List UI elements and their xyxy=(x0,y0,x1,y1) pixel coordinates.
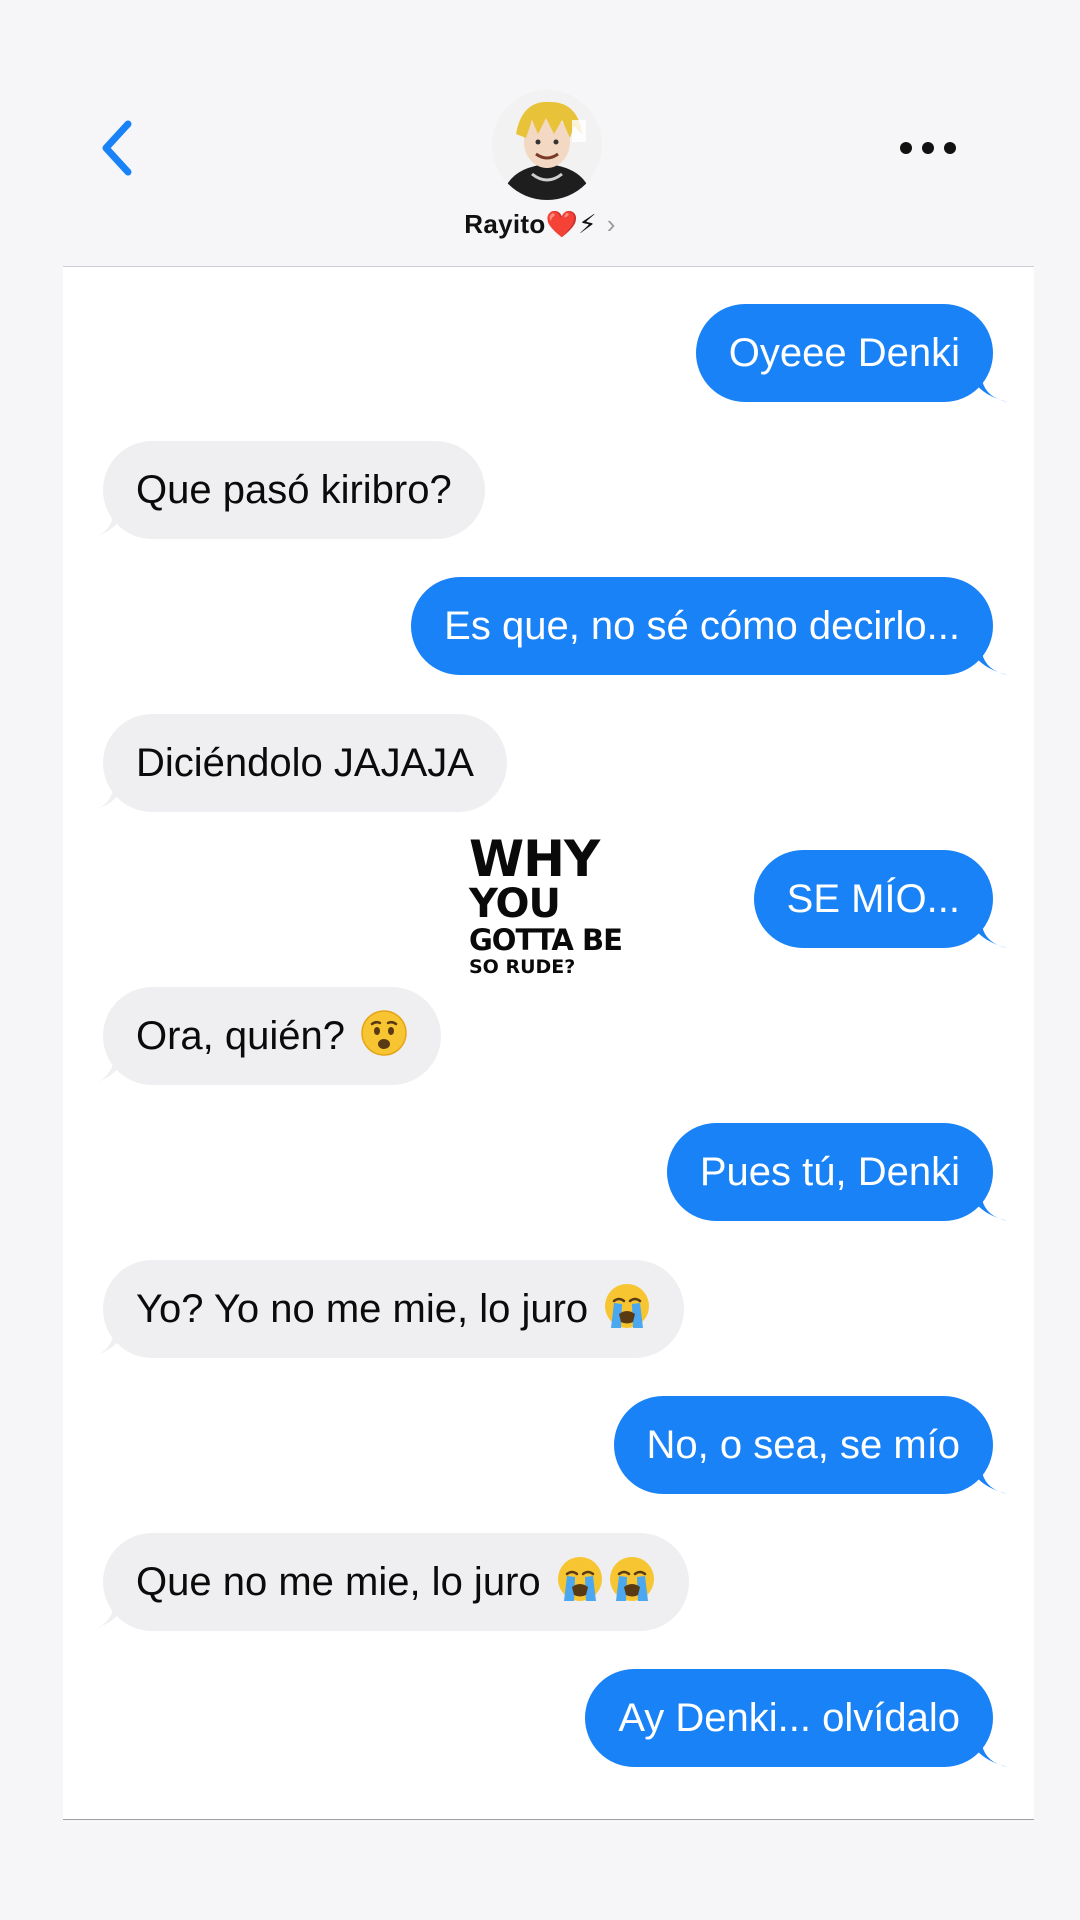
message-text: Que no me mie, lo juro xyxy=(136,1560,541,1604)
contact-avatar[interactable] xyxy=(492,90,602,200)
message-thread[interactable]: Oyeee Denki Que pasó kiribro? Es que, no… xyxy=(63,266,1034,1820)
outgoing-message[interactable]: Oyeee Denki xyxy=(695,304,993,402)
more-options-button[interactable] xyxy=(896,128,960,168)
chevron-right-icon: › xyxy=(606,209,616,239)
outgoing-message[interactable]: No, o sea, se mío xyxy=(613,1396,993,1494)
message-text: Yo? Yo no me mie, lo juro xyxy=(136,1287,589,1331)
outgoing-message[interactable]: Es que, no sé cómo decirlo... xyxy=(411,577,993,675)
sticker-line: WHY xyxy=(469,830,600,888)
outgoing-message[interactable]: Pues tú, Denki xyxy=(666,1123,993,1221)
loudly-crying-face-icon xyxy=(605,1284,650,1328)
contact-name-button[interactable]: Rayito❤️⚡ › xyxy=(0,209,1080,240)
message-row: Diciéndolo JAJAJA xyxy=(63,714,1034,812)
sticker-line: SO RUDE? xyxy=(469,956,576,978)
message-row: Que pasó kiribro? xyxy=(63,441,1034,539)
chevron-left-icon xyxy=(102,120,132,176)
message-text: Ora, quién? xyxy=(136,1014,346,1058)
message-row: No, o sea, se mío xyxy=(63,1396,1034,1494)
message-row: Ay Denki... olvídalo xyxy=(63,1669,1034,1767)
conversation-header: Rayito❤️⚡ › xyxy=(0,0,1080,266)
incoming-message[interactable]: Que no me mie, lo juro xyxy=(103,1533,689,1631)
worried-face-icon xyxy=(361,1010,407,1056)
contact-name: Rayito❤️⚡ xyxy=(464,209,597,239)
loudly-crying-face-icon xyxy=(609,1557,654,1601)
outgoing-message[interactable]: Ay Denki... olvídalo xyxy=(585,1669,993,1767)
avatar-image xyxy=(492,90,602,200)
message-row: Pues tú, Denki xyxy=(63,1123,1034,1221)
incoming-message[interactable]: Diciéndolo JAJAJA xyxy=(103,714,507,812)
outgoing-message[interactable]: SE MÍO... xyxy=(753,850,993,948)
incoming-message[interactable]: Que pasó kiribro? xyxy=(103,441,485,539)
incoming-message[interactable]: Yo? Yo no me mie, lo juro xyxy=(103,1260,685,1358)
message-row: Oyeee Denki xyxy=(63,304,1034,402)
loudly-crying-face-icon xyxy=(557,1557,602,1601)
back-button[interactable] xyxy=(96,118,142,178)
message-row: Ora, quién? xyxy=(63,987,1034,1085)
incoming-message[interactable]: Ora, quién? xyxy=(103,987,442,1085)
sticker-line: YOU xyxy=(469,881,561,927)
message-row: Que no me mie, lo juro xyxy=(63,1533,1034,1631)
ellipsis-icon xyxy=(900,142,956,154)
message-row: Es que, no sé cómo decirlo... xyxy=(63,577,1034,675)
message-row: Yo? Yo no me mie, lo juro xyxy=(63,1260,1034,1358)
sticker-line: GOTTA BE xyxy=(469,923,623,957)
sticker[interactable]: WHY YOU GOTTA BE SO RUDE? xyxy=(469,834,669,977)
